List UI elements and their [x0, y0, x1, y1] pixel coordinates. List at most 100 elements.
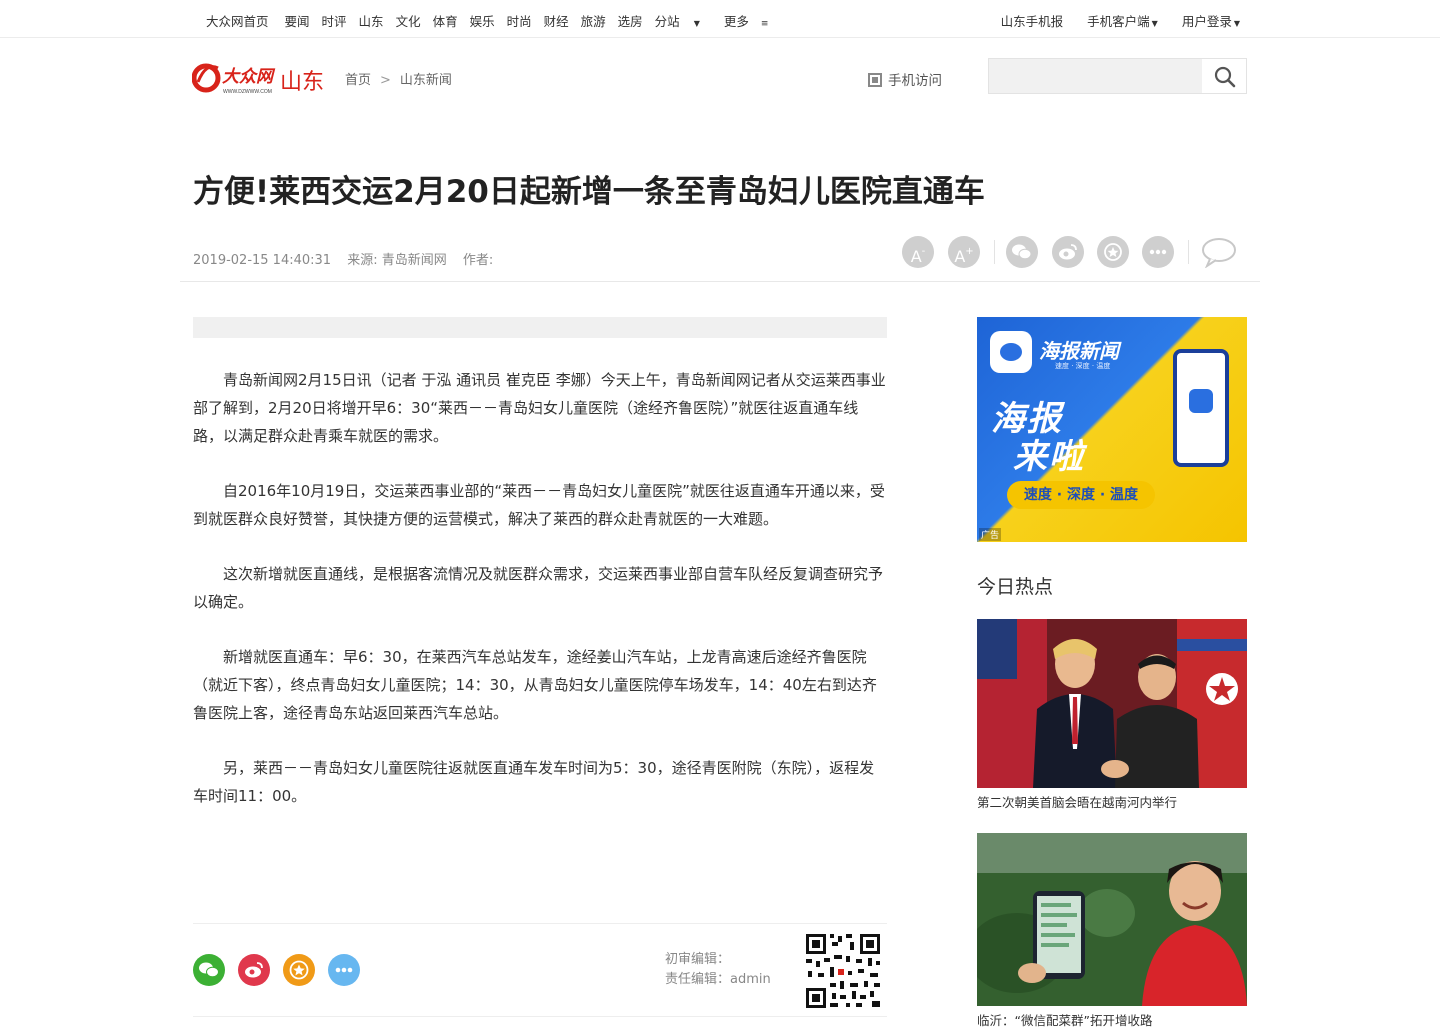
caret-down-icon: ▼ — [1151, 19, 1158, 28]
favorite-top-button[interactable] — [1097, 236, 1129, 268]
nav-link-travel[interactable]: 旅游 — [581, 11, 606, 30]
favorite-button[interactable] — [283, 954, 315, 986]
nav-home-link[interactable]: 大众网首页 — [206, 11, 269, 30]
dzwww-logo-icon: 大众网 WWW.DZWWW.COM — [192, 63, 276, 95]
phone-illustration-icon — [1173, 349, 1229, 467]
weibo-icon — [1059, 244, 1077, 260]
hot-news-image-summit[interactable] — [977, 619, 1247, 788]
ad-slogan: 速度 · 深度 · 温度 — [1007, 481, 1155, 509]
first-editor: 初审编辑： — [665, 952, 731, 967]
search-icon — [1214, 66, 1236, 88]
font-increase-button[interactable]: A+ — [948, 236, 980, 268]
menu-lines-icon: ≡ — [760, 19, 769, 29]
site-logo[interactable]: 大众网 WWW.DZWWW.COM 山东 — [192, 58, 328, 98]
ad-brand-sub: 速度 · 深度 · 温度 — [1055, 362, 1111, 370]
mobile-visit-link[interactable]: 手机访问 — [868, 69, 942, 89]
responsible-editor: 责任编辑：admin — [665, 972, 771, 987]
nav-link-housing[interactable]: 选房 — [618, 11, 643, 30]
wechat-icon — [193, 954, 225, 986]
hot-news-caption-1[interactable]: 第二次朝美首脑会晤在越南河内举行 — [977, 792, 1177, 811]
nav-link-shandong[interactable]: 山东 — [359, 11, 384, 30]
nav-link-entertainment[interactable]: 娱乐 — [470, 11, 495, 30]
share-weibo-top-button[interactable] — [1052, 236, 1084, 268]
article-footer-divider — [193, 923, 887, 924]
article-paragraph: 新增就医直通车：早6：30，在莱西汽车总站发车，途经姜山汽车站，上龙青高速后途经… — [193, 648, 877, 722]
more-share-button[interactable] — [328, 954, 360, 986]
search-input[interactable] — [989, 59, 1203, 93]
article-source: 来源: 青岛新闻网 — [347, 253, 447, 268]
weibo-icon — [238, 954, 270, 986]
nav-link-fashion[interactable]: 时尚 — [507, 11, 532, 30]
comment-bubble-icon — [1202, 238, 1236, 269]
caret-down-icon: ▼ — [1233, 19, 1240, 28]
caret-down-icon: ▼ — [693, 19, 700, 28]
mobile-newspaper-link[interactable]: 山东手机报 — [1001, 11, 1064, 30]
hot-news-image-wechat-veg[interactable] — [977, 833, 1247, 1006]
breadcrumb-home[interactable]: 首页 — [345, 73, 371, 88]
article-top-bar — [193, 317, 887, 338]
haibao-news-ad-banner[interactable]: 海报新闻 速度 · 深度 · 温度 海报 来啦 速度 · 深度 · 温度 广告 — [977, 317, 1247, 542]
nav-link-finance[interactable]: 财经 — [544, 11, 569, 30]
share-weibo-button[interactable] — [238, 954, 270, 986]
mobile-client-dropdown[interactable]: 手机客户端 ▼ — [1075, 11, 1158, 30]
article-title: 方便!莱西交运2月20日起新增一条至青岛妇儿医院直通车 — [193, 174, 985, 210]
breadcrumb-separator: > — [380, 73, 391, 88]
toolbar-divider — [994, 240, 995, 264]
top-navigation-inner: 大众网首页 要闻 时评 山东 文化 体育 娱乐 时尚 财经 旅游 选房 分站 ▼ … — [194, 0, 1246, 38]
top-right-links: 山东手机报 手机客户端 ▼ 用户登录 ▼ — [989, 11, 1240, 30]
header-divider — [180, 281, 1260, 282]
user-login-label: 用户登录 — [1181, 14, 1232, 29]
logo-url: WWW.DZWWW.COM — [223, 89, 272, 95]
wechat-icon — [1012, 244, 1032, 260]
publish-datetime: 2019-02-15 14:40:31 — [193, 253, 332, 268]
more-dots-icon — [1149, 249, 1167, 255]
editor-info: 初审编辑： 责任编辑：admin — [665, 950, 771, 990]
mobile-client-label: 手机客户端 — [1087, 14, 1150, 29]
ad-brand: 海报新闻 — [1039, 339, 1119, 363]
nav-dropdown-branches-label: 分站 — [654, 14, 680, 29]
nav-dropdown-branches[interactable]: 分站 ▼ — [655, 11, 712, 30]
haibao-logo-icon — [990, 331, 1032, 373]
article-qrcode — [797, 928, 887, 1012]
search-button[interactable] — [1202, 59, 1246, 93]
nav-link-culture[interactable]: 文化 — [396, 11, 421, 30]
article-paragraph: 自2016年10月19日，交运莱西事业部的“莱西－－青岛妇女儿童医院”就医往返直… — [193, 482, 885, 528]
font-increase-letter: A — [954, 247, 966, 266]
article-bottom-divider — [193, 1016, 887, 1017]
channel-nav: 大众网首页 要闻 时评 山东 文化 体育 娱乐 时尚 财经 旅游 选房 分站 ▼ … — [206, 11, 792, 30]
article-meta: 2019-02-15 14:40:31 来源: 青岛新闻网 作者: — [193, 249, 505, 268]
font-decrease-letter: A — [910, 247, 922, 266]
farmer-photo-icon — [977, 833, 1247, 1006]
font-increase-icon: A+ — [954, 246, 974, 266]
comment-button[interactable] — [1200, 236, 1238, 269]
nav-link-commentary[interactable]: 时评 — [322, 11, 347, 30]
more-share-top-button[interactable] — [1142, 236, 1174, 268]
article-paragraph: 另，莱西－－青岛妇女儿童医院往返就医直通车发车时间为5：30，途径青医附院（东院… — [193, 759, 875, 805]
ad-headline-2: 来啦 — [1013, 437, 1085, 477]
hot-news-caption-2[interactable]: 临沂：“微信配菜群”拓开增收路 — [977, 1010, 1152, 1029]
article-toolbar: A- A+ — [902, 236, 1242, 269]
more-dots-icon — [328, 954, 360, 986]
mobile-visit-label: 手机访问 — [888, 73, 942, 89]
user-login-dropdown[interactable]: 用户登录 ▼ — [1170, 11, 1240, 30]
ad-label: 广告 — [979, 528, 1002, 541]
font-decrease-button[interactable]: A- — [902, 236, 934, 268]
breadcrumb-shandong-news[interactable]: 山东新闻 — [400, 73, 452, 88]
star-icon — [1104, 243, 1122, 261]
article-body: 青岛新闻网2月15日讯（记者 于泓 通讯员 崔克臣 李娜）今天上午，青岛新闻网记… — [193, 366, 887, 837]
article-paragraph: 这次新增就医直通线，是根据客流情况及就医群众需求，交运莱西事业部自营车队经反复调… — [193, 565, 884, 611]
summit-photo-icon — [977, 619, 1247, 788]
qrcode-icon — [806, 934, 880, 1008]
share-wechat-top-button[interactable] — [1006, 236, 1038, 268]
font-decrease-icon: A- — [910, 246, 926, 266]
star-icon — [283, 954, 315, 986]
hot-news-heading: 今日热点 — [977, 576, 1054, 598]
nav-more-menu[interactable]: 更多 ≡ — [724, 11, 781, 30]
nav-more-label: 更多 — [723, 14, 749, 29]
qrcode-icon — [868, 73, 882, 87]
search-box — [988, 58, 1247, 94]
share-wechat-button[interactable] — [193, 954, 225, 986]
nav-link-sports[interactable]: 体育 — [433, 11, 458, 30]
font-increase-sign: + — [965, 246, 974, 257]
nav-link-news[interactable]: 要闻 — [285, 11, 310, 30]
